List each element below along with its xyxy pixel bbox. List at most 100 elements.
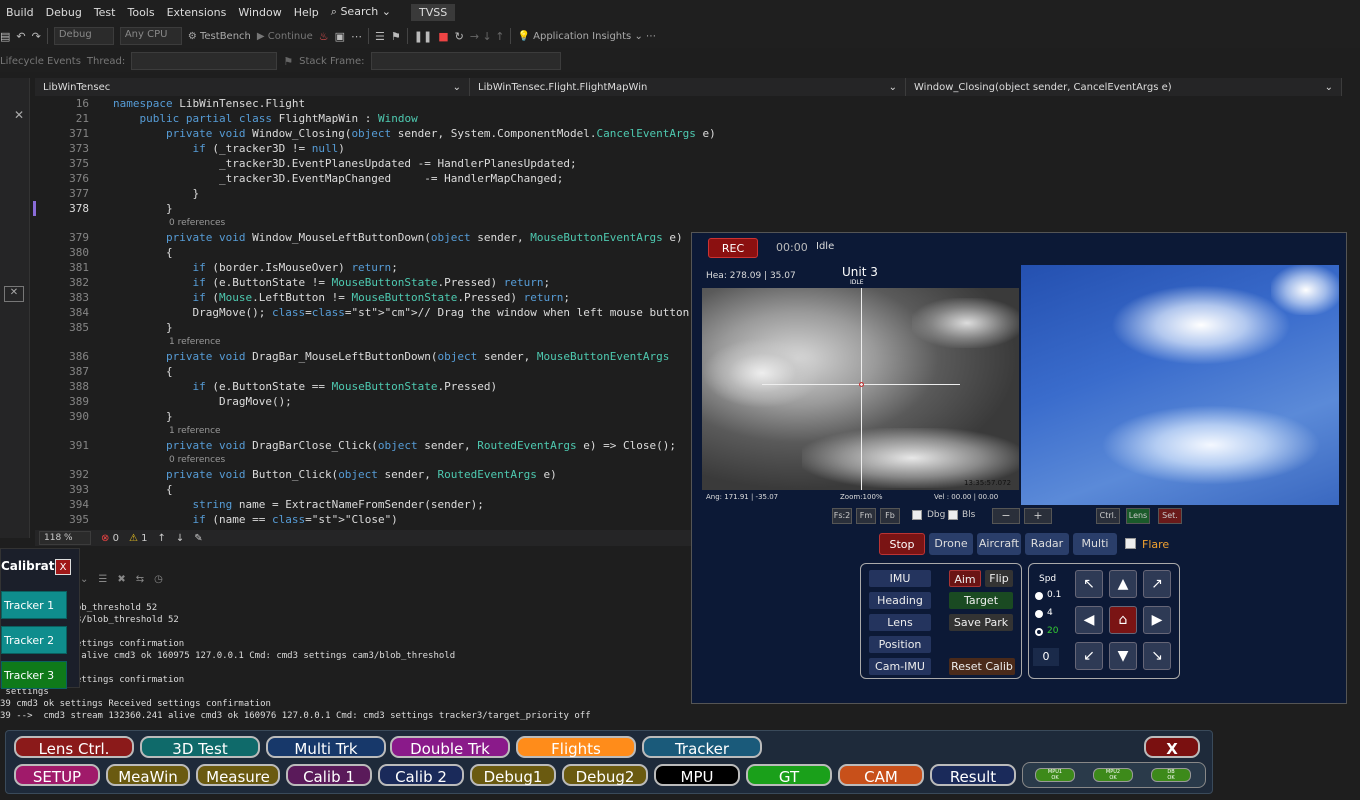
cam-imu-button[interactable]: Cam-IMU <box>869 658 931 675</box>
drone-button[interactable]: Drone <box>929 533 973 555</box>
align-icon[interactable]: ☰ <box>98 574 107 590</box>
config-select[interactable]: Debug <box>53 27 114 45</box>
more-icon[interactable]: ⋯ <box>351 30 362 43</box>
launcher-calib-1-button[interactable]: Calib 1 <box>286 764 372 786</box>
calibrate-close-button[interactable]: X <box>55 559 71 575</box>
ctrl-button[interactable]: Ctrl. <box>1096 508 1120 524</box>
launcher-mpu-button[interactable]: MPU <box>654 764 740 786</box>
zoom-in-button[interactable]: + <box>1024 508 1052 524</box>
heading-button[interactable]: Heading <box>869 592 931 609</box>
aim-button[interactable]: Aim <box>949 570 981 587</box>
launcher-cam-button[interactable]: CAM <box>838 764 924 786</box>
reference-count[interactable]: 0 references <box>169 453 225 468</box>
menu-help[interactable]: Help <box>288 6 325 19</box>
launcher-3d-test-button[interactable]: 3D Test <box>140 736 260 758</box>
save-park-button[interactable]: Save Park <box>949 614 1013 631</box>
speed-radio-1[interactable] <box>1035 592 1043 600</box>
launcher-flights-button[interactable]: Flights <box>516 736 636 758</box>
restart-icon[interactable]: ↻ <box>455 30 464 43</box>
hot-reload-icon[interactable]: ♨ <box>319 30 329 43</box>
launcher-multi-trk-button[interactable]: Multi Trk <box>266 736 386 758</box>
launcher-debug1-button[interactable]: Debug1 <box>470 764 556 786</box>
launcher-gt-button[interactable]: GT <box>746 764 832 786</box>
arrow-down-left-button[interactable]: ↙ <box>1075 642 1103 670</box>
reference-count[interactable]: 1 reference <box>169 424 221 439</box>
fm-button[interactable]: Fm <box>856 508 876 524</box>
arrow-up-right-button[interactable]: ↗ <box>1143 570 1171 598</box>
close-icon[interactable]: ✕ <box>4 286 24 302</box>
color-video-view[interactable] <box>1021 265 1339 505</box>
launcher-tracker-button[interactable]: Tracker <box>642 736 762 758</box>
arrow-up-button[interactable]: ▲ <box>1109 570 1137 598</box>
tracker-2-button[interactable]: Tracker 2 <box>1 626 67 654</box>
thermal-video-view[interactable]: 13:35:57.072 <box>702 288 1019 490</box>
fs-button[interactable]: Fs:2 <box>832 508 852 524</box>
speed-radio-3[interactable] <box>1035 628 1043 636</box>
zoom-out-button[interactable]: − <box>992 508 1020 524</box>
lens-small-button[interactable]: Lens <box>1126 508 1150 524</box>
imu-button[interactable]: IMU <box>869 570 931 587</box>
thread-select[interactable] <box>131 52 278 70</box>
flag-icon[interactable]: ⚑ <box>283 55 293 68</box>
bls-checkbox[interactable] <box>948 510 958 520</box>
continue-button[interactable]: ▶ Continue <box>257 31 313 42</box>
code-lens[interactable]: 0 references <box>35 216 1335 231</box>
redo-icon[interactable]: ↷ <box>32 30 41 43</box>
launcher-result-button[interactable]: Result <box>930 764 1016 786</box>
arrow-left-button[interactable]: ◀ <box>1075 606 1103 634</box>
target-button[interactable]: Target <box>949 592 1013 609</box>
launcher-close-button[interactable]: X <box>1144 736 1200 758</box>
menu-extensions[interactable]: Extensions <box>161 6 233 19</box>
launcher-lens-ctrl--button[interactable]: Lens Ctrl. <box>14 736 134 758</box>
flip-button[interactable]: Flip <box>985 570 1013 587</box>
launcher-measure-button[interactable]: Measure <box>196 764 280 786</box>
step-icon[interactable]: → ↓ ↑ <box>470 30 505 43</box>
reference-count[interactable]: 0 references <box>169 216 225 231</box>
reference-count[interactable]: 1 reference <box>169 335 221 350</box>
launcher-debug2-button[interactable]: Debug2 <box>562 764 648 786</box>
tracker-1-button[interactable]: Tracker 1 <box>1 591 67 619</box>
speed-radio-2[interactable] <box>1035 610 1043 618</box>
folder-icon[interactable]: ▣ <box>335 30 345 43</box>
errors-indicator[interactable]: ⊗ 0 <box>101 533 119 544</box>
zoom-select[interactable]: 118 % <box>39 531 91 545</box>
launcher-setup-button[interactable]: SETUP <box>14 764 100 786</box>
clear-icon[interactable]: ✖ <box>117 574 125 590</box>
member-dropdown[interactable]: Window_Closing(object sender, CancelEven… <box>906 78 1342 96</box>
search-menu[interactable]: ⌕ Search ⌄ <box>325 5 397 19</box>
arrow-down-button[interactable]: ▼ <box>1109 642 1137 670</box>
launcher-double-trk-button[interactable]: Double Trk <box>390 736 510 758</box>
stop-button[interactable]: Stop <box>879 533 925 555</box>
project-dropdown[interactable]: LibWinTensec ⌄ <box>35 78 470 96</box>
home-button[interactable]: ⌂ <box>1109 606 1137 634</box>
flare-checkbox[interactable] <box>1125 538 1136 549</box>
undo-icon[interactable]: ↶ <box>16 30 25 43</box>
menu-window[interactable]: Window <box>232 6 287 19</box>
stop-icon[interactable]: ■ <box>438 30 448 43</box>
dbg-checkbox[interactable] <box>912 510 922 520</box>
stack-frame-select[interactable] <box>370 52 561 70</box>
arrow-up-left-button[interactable]: ↖ <box>1075 570 1103 598</box>
lens-button[interactable]: Lens <box>869 614 931 631</box>
fb-button[interactable]: Fb <box>880 508 900 524</box>
menu-build[interactable]: Build <box>0 6 40 19</box>
set-button[interactable]: Set. <box>1158 508 1182 524</box>
down-arrow-icon[interactable]: ↓ <box>176 533 184 544</box>
startup-project[interactable]: ⚙ TestBench <box>188 31 251 42</box>
clock-icon[interactable]: ◷ <box>154 574 163 590</box>
platform-select[interactable]: Any CPU <box>119 27 182 45</box>
tracker-3-button[interactable]: Tracker 3 <box>1 661 67 689</box>
cleanup-icon[interactable]: ✎ <box>194 533 202 544</box>
menu-debug[interactable]: Debug <box>40 6 88 19</box>
menu-tools[interactable]: Tools <box>121 6 160 19</box>
launcher-calib-2-button[interactable]: Calib 2 <box>378 764 464 786</box>
arrow-down-right-button[interactable]: ↘ <box>1143 642 1171 670</box>
aircraft-button[interactable]: Aircraft <box>977 533 1021 555</box>
application-insights[interactable]: 💡 Application Insights ⌄ ⋯ <box>517 31 656 42</box>
pause-icon[interactable]: ❚❚ <box>414 30 432 43</box>
menu-test[interactable]: Test <box>88 6 122 19</box>
arrow-right-button[interactable]: ▶ <box>1143 606 1171 634</box>
record-button[interactable]: REC <box>708 238 758 258</box>
bookmark-icon[interactable]: ⚑ <box>391 30 401 43</box>
radar-button[interactable]: Radar <box>1025 533 1069 555</box>
